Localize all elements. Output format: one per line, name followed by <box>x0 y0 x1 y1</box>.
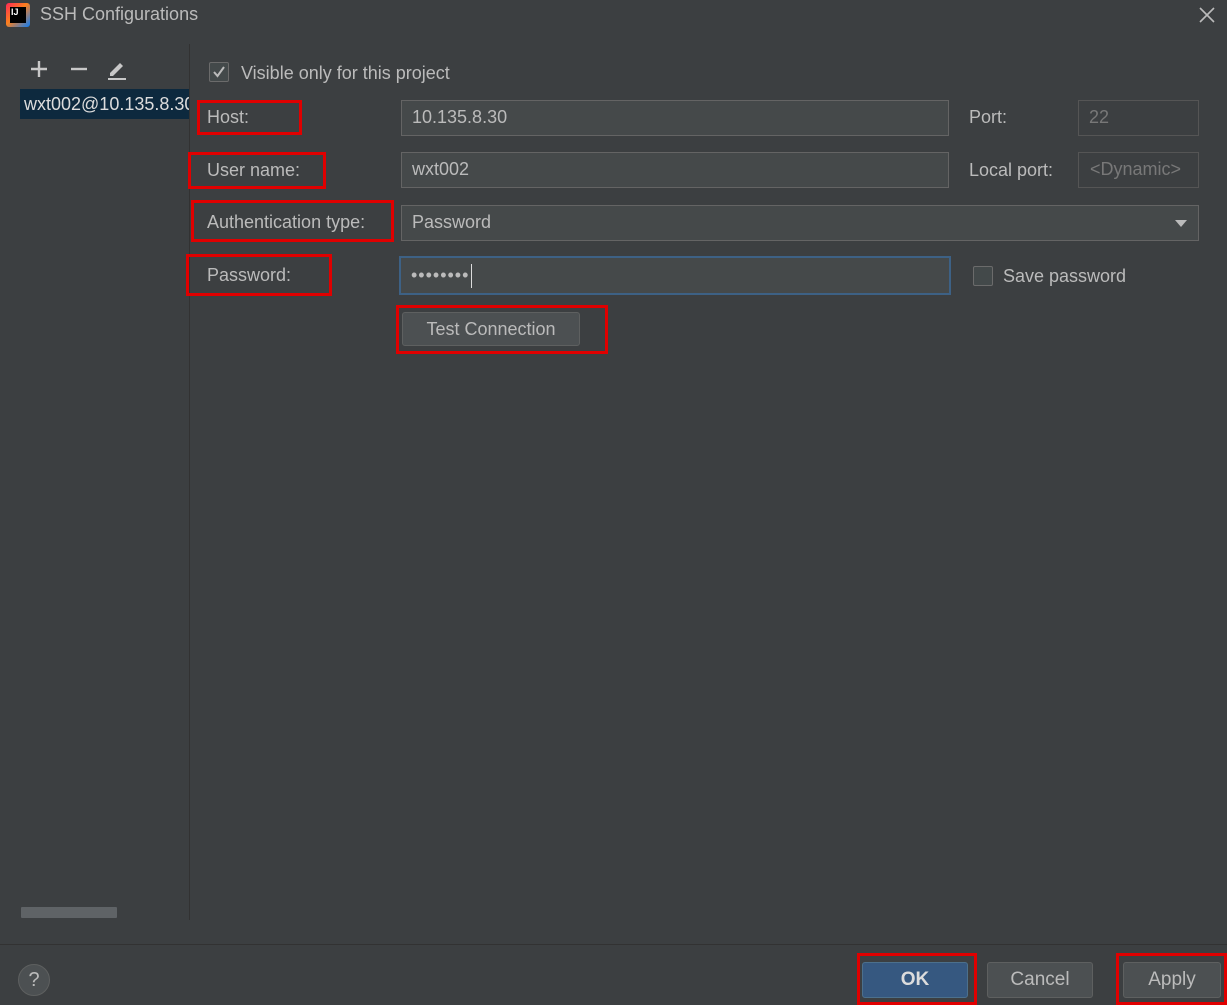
visible-only-label: Visible only for this project <box>241 63 450 83</box>
close-icon[interactable] <box>1196 4 1218 26</box>
local-port-input[interactable]: <Dynamic> <box>1078 152 1199 188</box>
add-icon[interactable] <box>28 58 50 80</box>
auth-type-label: Authentication type: <box>207 212 366 232</box>
horizontal-scrollbar[interactable] <box>21 907 117 918</box>
password-label: Password: <box>207 265 292 285</box>
port-label: Port: <box>969 107 1008 127</box>
username-label: User name: <box>207 160 301 180</box>
port-input[interactable]: 22 <box>1078 100 1199 136</box>
help-button[interactable]: ? <box>18 964 50 996</box>
username-input[interactable]: wxt002 <box>401 152 949 188</box>
save-password-checkbox[interactable] <box>973 266 993 286</box>
test-connection-button[interactable]: Test Connection <box>402 312 580 346</box>
edit-icon[interactable] <box>106 58 128 80</box>
sidebar-item-config[interactable]: wxt002@10.135.8.30 <box>20 89 189 119</box>
footer-separator <box>0 944 1227 945</box>
cancel-button[interactable]: Cancel <box>987 962 1093 998</box>
password-value: •••••••• <box>411 265 470 285</box>
save-password-label: Save password <box>1003 266 1127 286</box>
config-list-panel <box>0 44 189 920</box>
apply-button[interactable]: Apply <box>1123 962 1221 998</box>
chevron-down-icon <box>1175 220 1187 227</box>
password-input[interactable]: •••••••• <box>399 256 951 295</box>
window-title: SSH Configurations <box>40 4 199 24</box>
app-logo-icon: IJ <box>6 3 30 27</box>
host-input[interactable]: 10.135.8.30 <box>401 100 949 136</box>
visible-only-checkbox[interactable] <box>209 62 229 82</box>
remove-icon[interactable] <box>68 58 90 80</box>
host-label: Host: <box>207 107 250 127</box>
ok-button[interactable]: OK <box>862 962 968 998</box>
app-logo-text: IJ <box>10 7 26 23</box>
auth-type-value: Password <box>412 212 492 232</box>
auth-type-select[interactable]: Password <box>401 205 1199 241</box>
text-cursor <box>471 264 473 289</box>
local-port-label: Local port: <box>969 160 1054 180</box>
